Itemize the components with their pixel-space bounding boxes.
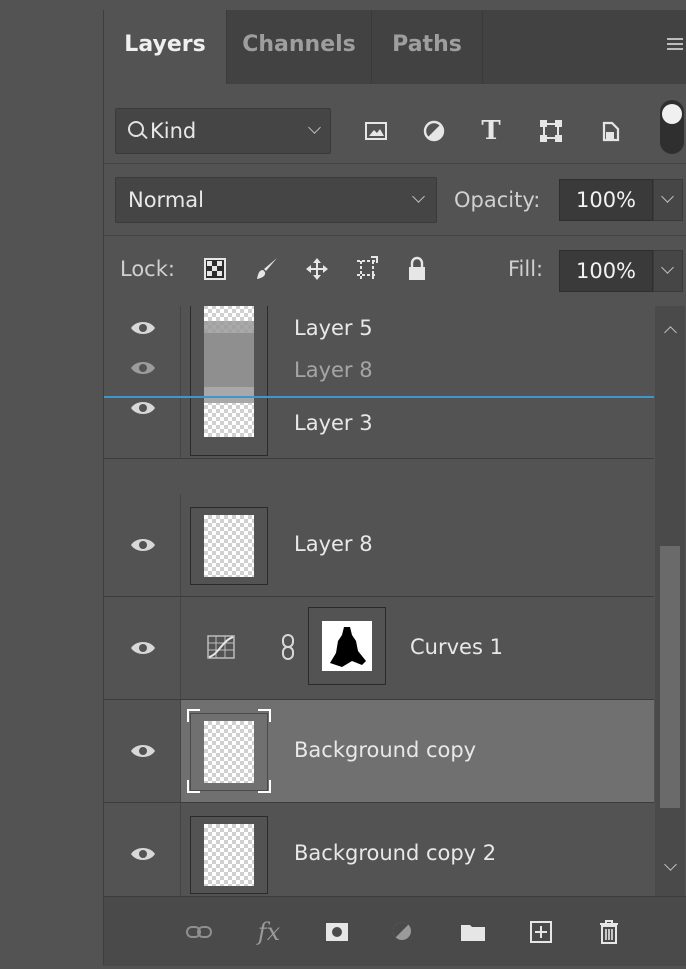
tab-layers[interactable]: Layers <box>104 10 226 84</box>
layer-name: Layer 3 <box>294 411 373 435</box>
panel-menu-icon[interactable] <box>667 38 683 52</box>
left-workspace-strip <box>0 0 100 969</box>
tab-channels[interactable]: Channels <box>227 10 371 84</box>
scroll-up-icon[interactable] <box>664 326 677 339</box>
blend-mode-dropdown[interactable]: Normal <box>115 177 437 223</box>
pixel-layer-filter-icon[interactable] <box>359 114 393 148</box>
lock-label: Lock: <box>120 257 175 281</box>
tab-paths[interactable]: Paths <box>372 10 482 84</box>
layer-name: Background copy 2 <box>294 841 497 865</box>
filter-toggle-switch[interactable] <box>660 100 684 154</box>
smart-object-filter-icon[interactable] <box>594 114 628 148</box>
filter-kind-label: Kind <box>150 119 197 143</box>
new-fill-adjustment-icon[interactable] <box>388 917 418 947</box>
layer-thumbnail <box>204 824 254 886</box>
layer-row-background-copy[interactable]: Background copy <box>104 700 654 803</box>
layer-name: Layer 8 <box>294 532 373 556</box>
layers-panel: Layers Channels Paths Kind T Normal Opac… <box>103 10 686 966</box>
chevron-down-icon <box>308 121 321 134</box>
chevron-down-icon <box>412 190 425 203</box>
layer-name: Background copy <box>294 738 477 762</box>
eye-icon[interactable] <box>130 743 156 759</box>
chevron-down-icon <box>661 190 674 203</box>
layer-thumbnail <box>204 721 254 783</box>
lock-artboard-icon[interactable] <box>352 254 382 284</box>
layer-thumbnail-frame <box>190 507 268 585</box>
layer-row-curves-1[interactable]: Curves 1 <box>104 597 654 700</box>
layer-name: Layer 5 <box>294 316 373 340</box>
new-layer-icon[interactable] <box>526 917 556 947</box>
eye-icon <box>131 362 155 374</box>
layers-list: Layer 5 Layer 8 Layer 3 Layer 8 Curves 1… <box>104 306 654 896</box>
lock-all-icon[interactable] <box>402 254 432 284</box>
eye-icon[interactable] <box>130 400 156 416</box>
eye-icon[interactable] <box>130 320 156 336</box>
lock-image-pixels-icon[interactable] <box>252 254 282 284</box>
layer-thumbnail-stack <box>190 306 268 456</box>
chevron-down-icon <box>661 261 674 274</box>
layer-mask-thumbnail[interactable] <box>308 607 386 685</box>
layer-thumbnail-frame <box>190 816 268 894</box>
layer-row-layer-3[interactable]: Layer 5 Layer 8 Layer 3 <box>104 306 654 459</box>
scrollbar-thumb[interactable] <box>660 546 680 808</box>
search-icon <box>128 121 144 137</box>
adjustment-layer-filter-icon[interactable] <box>417 114 451 148</box>
lock-transparent-pixels-icon[interactable] <box>200 254 230 284</box>
fill-label: Fill: <box>508 257 544 281</box>
eye-icon[interactable] <box>130 537 156 553</box>
curves-adjustment-icon <box>207 635 235 659</box>
link-icon[interactable] <box>280 633 296 661</box>
drop-indicator-line <box>104 396 654 398</box>
new-group-icon[interactable] <box>458 917 488 947</box>
add-mask-icon[interactable] <box>322 917 352 947</box>
delete-layer-icon[interactable] <box>594 917 624 947</box>
blend-mode-value: Normal <box>128 188 204 212</box>
layer-thumbnail <box>204 515 254 577</box>
layer-row-layer-8[interactable]: Layer 8 <box>104 494 654 597</box>
lock-position-icon[interactable] <box>302 254 332 284</box>
opacity-dropdown-button[interactable] <box>653 179 683 221</box>
layer-thumbnail-frame <box>190 713 268 791</box>
type-layer-filter-icon[interactable]: T <box>474 114 508 148</box>
shape-layer-filter-icon[interactable] <box>534 114 568 148</box>
opacity-label: Opacity: <box>454 188 541 212</box>
eye-icon[interactable] <box>130 640 156 656</box>
layers-bottom-toolbar: fx <box>104 896 686 966</box>
filter-kind-dropdown[interactable]: Kind <box>115 108 331 154</box>
layer-name-drag-ghost: Layer 8 <box>294 358 373 382</box>
scroll-down-icon[interactable] <box>664 858 677 871</box>
fill-input[interactable]: 100% <box>559 250 653 292</box>
layer-row-background-copy-2[interactable]: Background copy 2 <box>104 803 654 896</box>
fill-dropdown-button[interactable] <box>653 250 683 292</box>
panel-tab-bar: Layers Channels Paths <box>104 10 686 84</box>
eye-icon[interactable] <box>130 846 156 862</box>
link-layers-icon[interactable] <box>184 917 214 947</box>
opacity-input[interactable]: 100% <box>559 179 653 221</box>
layer-name: Curves 1 <box>410 635 503 659</box>
fx-icon[interactable]: fx <box>254 917 284 947</box>
